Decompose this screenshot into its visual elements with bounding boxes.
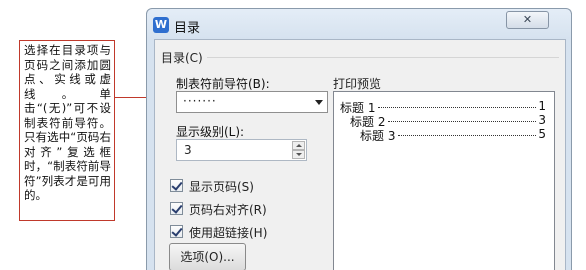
callout-box: 选择在目录项与页码之间添加圆点、实线或虚线。单击“(无)”可不设制表符前导符。只… bbox=[19, 40, 115, 221]
preview-row: 标题 3 5 bbox=[360, 127, 546, 144]
leader-label: 制表符前导符(B): bbox=[176, 77, 270, 91]
leader-select[interactable]: ······· bbox=[176, 91, 328, 113]
dialog-body: 目录(C) 制表符前导符(B): ······· 显示级别(L): 3 显示页码… bbox=[154, 39, 566, 270]
show-page-numbers-label: 显示页码(S) bbox=[189, 180, 254, 194]
checkbox-checked-icon[interactable] bbox=[170, 179, 183, 192]
leader-dots bbox=[378, 107, 538, 108]
leader-dots bbox=[398, 135, 538, 136]
wps-app-icon: W bbox=[153, 17, 169, 33]
print-preview-label: 打印预览 bbox=[333, 77, 382, 91]
levels-value: 3 bbox=[184, 143, 192, 157]
use-hyperlinks-label: 使用超链接(H) bbox=[189, 226, 268, 240]
callout-connector bbox=[115, 97, 146, 98]
chevron-down-icon[interactable] bbox=[315, 100, 323, 105]
leader-value: ······· bbox=[183, 94, 217, 108]
title-bar: W 目录 ✕ bbox=[147, 9, 571, 41]
leader-dots bbox=[388, 121, 538, 122]
preview-row: 标题 2 3 bbox=[350, 113, 546, 130]
options-button[interactable]: 选项(O)... bbox=[169, 243, 246, 270]
toc-group-label: 目录(C) bbox=[161, 51, 203, 65]
right-align-page-numbers-label: 页码右对齐(R) bbox=[189, 203, 267, 217]
levels-stepper[interactable]: 3 bbox=[176, 139, 307, 161]
preview-page-number: 3 bbox=[537, 113, 546, 127]
checkbox-checked-icon[interactable] bbox=[170, 202, 183, 215]
stepper-up-icon[interactable] bbox=[292, 141, 305, 150]
checkbox-checked-icon[interactable] bbox=[170, 225, 183, 238]
toc-dialog: W 目录 ✕ 目录(C) 制表符前导符(B): ······· 显示级别(L):… bbox=[146, 8, 572, 270]
callout-text: 选择在目录项与页码之间添加圆点、实线或虚线。单击“(无)”可不设制表符前导符。只… bbox=[24, 43, 111, 202]
close-icon: ✕ bbox=[522, 13, 533, 26]
preview-row: 标题 1 1 bbox=[340, 99, 546, 116]
close-button[interactable]: ✕ bbox=[506, 11, 549, 29]
dialog-title: 目录 bbox=[174, 21, 201, 36]
preview-heading: 标题 3 bbox=[360, 127, 397, 144]
levels-label: 显示级别(L): bbox=[176, 125, 245, 139]
group-divider bbox=[207, 57, 559, 58]
print-preview-pane: 标题 1 1 标题 2 3 标题 3 5 bbox=[333, 91, 555, 270]
preview-page-number: 5 bbox=[537, 127, 546, 141]
stepper-buttons bbox=[292, 141, 305, 159]
stepper-down-icon[interactable] bbox=[292, 150, 305, 159]
preview-page-number: 1 bbox=[537, 99, 546, 113]
